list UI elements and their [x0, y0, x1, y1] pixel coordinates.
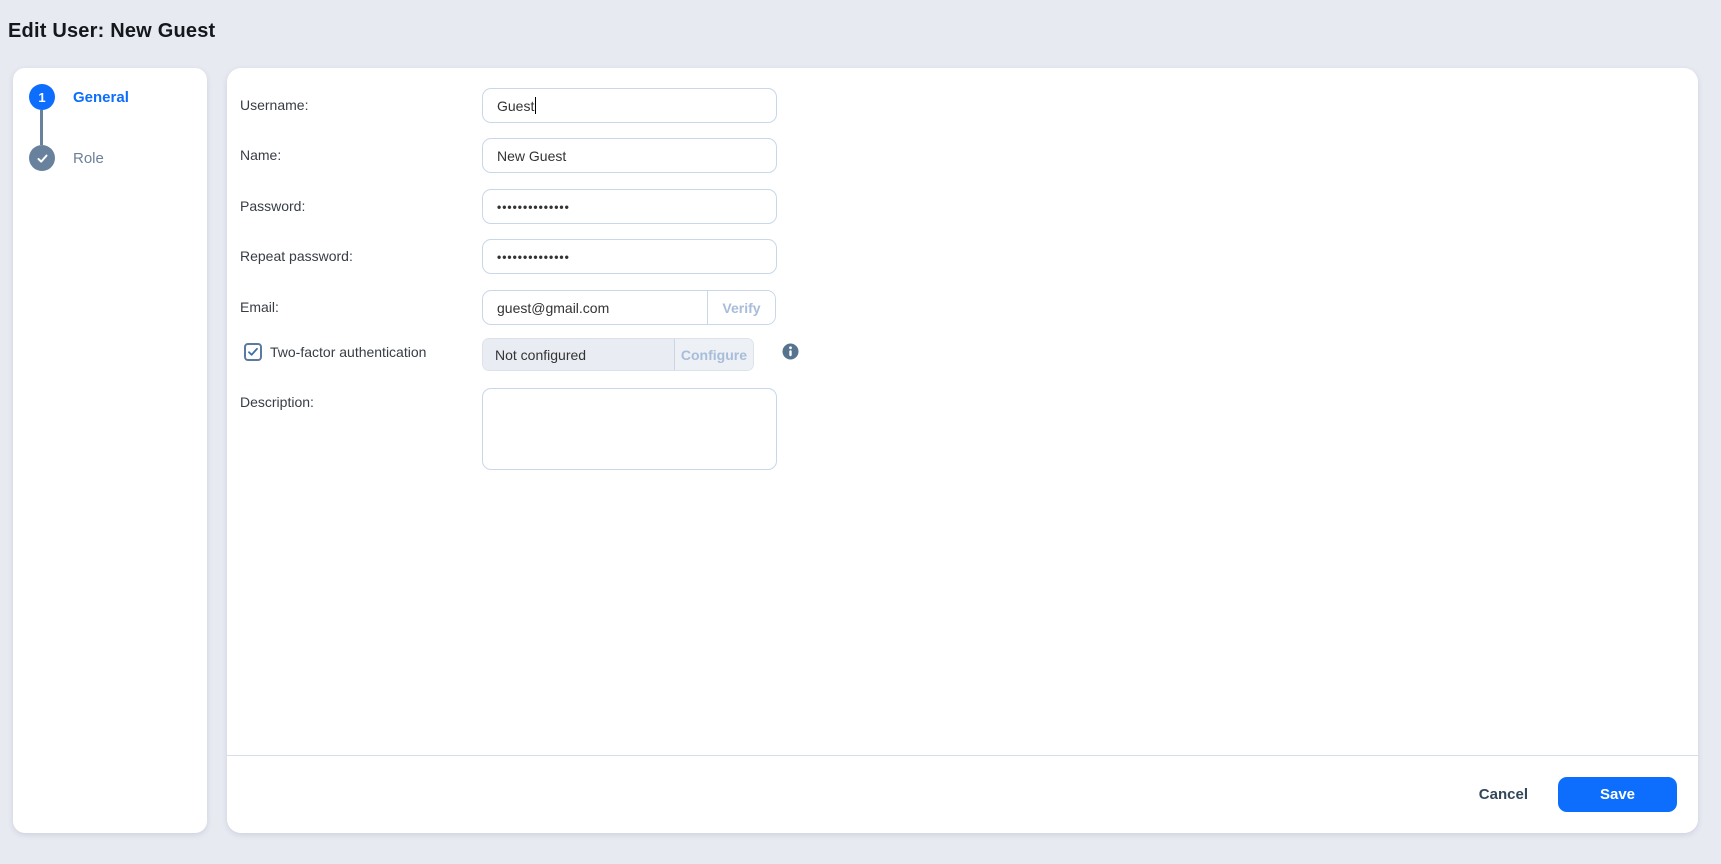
email-input[interactable] [483, 291, 707, 324]
two-factor-status-text: Not configured [495, 347, 586, 363]
checkmark-icon [247, 346, 259, 358]
form-footer: Cancel Save [227, 755, 1698, 833]
wizard-sidebar: 1 General Role [13, 68, 207, 833]
description-textarea[interactable] [482, 388, 777, 470]
wizard-step-role[interactable]: Role [13, 137, 207, 181]
email-field-group: Verify [482, 290, 776, 325]
repeat-password-input[interactable] [482, 239, 777, 274]
username-label: Username: [240, 97, 308, 113]
email-label: Email: [240, 299, 279, 315]
text-cursor [535, 97, 536, 114]
wizard-step-general[interactable]: 1 General [13, 76, 207, 120]
save-button[interactable]: Save [1558, 777, 1677, 812]
cancel-button[interactable]: Cancel [1473, 785, 1534, 804]
verify-button[interactable]: Verify [707, 291, 775, 324]
description-label: Description: [240, 394, 314, 410]
two-factor-label: Two-factor authentication [270, 344, 426, 360]
two-factor-checkbox[interactable] [244, 343, 262, 361]
name-label: Name: [240, 147, 281, 163]
password-label: Password: [240, 198, 305, 214]
configure-button[interactable]: Configure [674, 339, 753, 370]
info-icon[interactable] [782, 343, 799, 360]
check-icon [29, 145, 55, 171]
repeat-password-label: Repeat password: [240, 248, 353, 264]
name-input[interactable] [482, 138, 777, 173]
page-title: Edit User: New Guest [8, 20, 215, 43]
username-input[interactable] [482, 88, 777, 123]
edit-user-page: { "title": "Edit User: New Guest", "wiza… [0, 0, 1721, 864]
step-number-badge: 1 [29, 84, 55, 110]
step-label-role: Role [73, 150, 104, 167]
password-input[interactable] [482, 189, 777, 224]
two-factor-status-group: Not configured Configure [482, 338, 754, 371]
two-factor-status: Not configured [483, 339, 674, 370]
step-number: 1 [38, 90, 45, 105]
step-label-general: General [73, 89, 129, 106]
edit-user-form-card: Username: Name: Password: Repeat passwor… [227, 68, 1698, 833]
